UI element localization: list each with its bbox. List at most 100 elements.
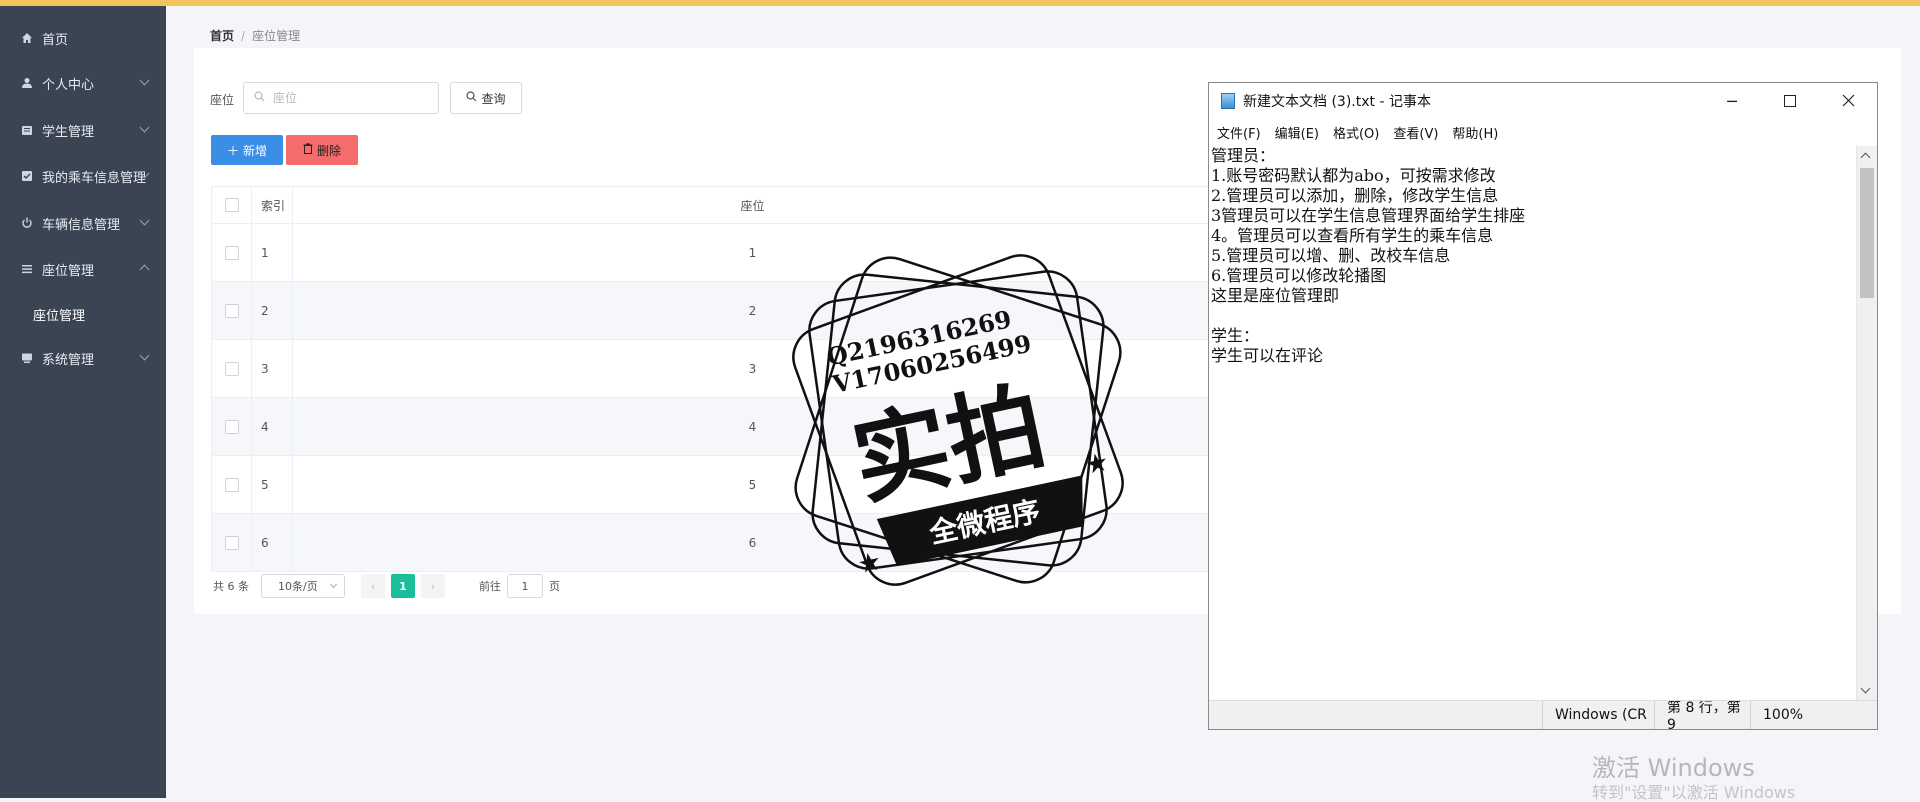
select-all-checkbox[interactable] bbox=[224, 198, 239, 212]
notepad-title: 新建文本文档 (3).txt - 记事本 bbox=[1243, 94, 1431, 110]
row-checkbox-cell[interactable] bbox=[212, 456, 252, 513]
page-number-current[interactable]: 1 bbox=[391, 574, 415, 598]
chevron-down-icon bbox=[139, 215, 150, 226]
row-checkbox-cell[interactable] bbox=[212, 340, 252, 397]
menu-file[interactable]: 文件(F) bbox=[1217, 123, 1261, 142]
breadcrumb-separator: / bbox=[241, 29, 246, 43]
sidebar-item-home[interactable]: 首页 bbox=[0, 23, 166, 53]
chevron-down-icon bbox=[329, 580, 338, 589]
row-index: 1 bbox=[252, 224, 293, 281]
row-checkbox-cell[interactable] bbox=[212, 398, 252, 455]
header-index: 索引 bbox=[252, 187, 293, 223]
breadcrumb-current: 座位管理 bbox=[252, 29, 301, 43]
top-accent-bar bbox=[0, 0, 1920, 6]
notepad-statusbar: Windows (CR 第 8 行，第 9 100% bbox=[1209, 700, 1877, 729]
activate-windows-subtext: 转到"设置"以激活 Windows bbox=[1592, 783, 1796, 802]
plus-icon: ＋ bbox=[226, 143, 239, 158]
row-checkbox[interactable] bbox=[224, 477, 239, 492]
notepad-text-area[interactable]: 管理员： 1.账号密码默认都为abo，可按需求修改 2.管理员可以添加，删除，修… bbox=[1211, 146, 1851, 684]
notepad-vertical-scrollbar[interactable] bbox=[1856, 146, 1877, 700]
close-button[interactable] bbox=[1821, 83, 1875, 119]
row-checkbox[interactable] bbox=[224, 419, 239, 434]
row-checkbox[interactable] bbox=[224, 361, 239, 376]
row-checkbox[interactable] bbox=[224, 245, 239, 260]
star-icon: ★ bbox=[855, 546, 884, 580]
sidebar-item-vehicles[interactable]: 车辆信息管理 bbox=[0, 208, 166, 238]
breadcrumb-home[interactable]: 首页 bbox=[210, 29, 234, 43]
sidebar-item-label: 系统管理 bbox=[42, 352, 95, 368]
row-checkbox[interactable] bbox=[224, 535, 239, 550]
notepad-window: 新建文本文档 (3).txt - 记事本 ─ 文件(F) 编辑(E) 格式(O)… bbox=[1208, 82, 1878, 730]
row-checkbox[interactable] bbox=[224, 303, 239, 318]
page-size-select[interactable]: 10条/页 bbox=[261, 574, 345, 598]
sidebar-item-my-rides[interactable]: 我的乘车信息管理 bbox=[0, 161, 166, 191]
sidebar-item-label: 首页 bbox=[42, 32, 69, 48]
trash-icon bbox=[303, 143, 313, 157]
add-button[interactable]: ＋ 新增 bbox=[211, 135, 283, 165]
scrollbar-thumb[interactable] bbox=[1860, 168, 1874, 298]
minimize-icon: ─ bbox=[1727, 91, 1737, 111]
seat-filter-label: 座位 bbox=[210, 93, 235, 107]
watermark-stamp: Q2196316269 V17060256499 实拍 全微程序 ★ ★ bbox=[792, 254, 1124, 586]
menu-edit[interactable]: 编辑(E) bbox=[1275, 123, 1319, 142]
sidebar-item-label: 个人中心 bbox=[42, 77, 95, 93]
student-icon bbox=[20, 123, 34, 137]
row-checkbox-cell[interactable] bbox=[212, 282, 252, 339]
activate-windows-watermark: 激活 Windows bbox=[1592, 754, 1755, 782]
seat-search-box[interactable] bbox=[243, 82, 439, 114]
query-button[interactable]: 查询 bbox=[450, 82, 522, 114]
star-icon: ★ bbox=[1082, 447, 1111, 481]
status-zoom: 100% bbox=[1750, 701, 1858, 729]
sidebar-item-label: 我的乘车信息管理 bbox=[42, 170, 147, 186]
sidebar-subitem-seat-management[interactable]: 座位管理 bbox=[0, 299, 166, 329]
row-index: 6 bbox=[252, 514, 293, 571]
minimize-button[interactable]: ─ bbox=[1705, 83, 1759, 119]
sidebar-item-seats[interactable]: 座位管理 bbox=[0, 254, 166, 284]
next-page-button[interactable]: › bbox=[421, 574, 445, 598]
menu-view[interactable]: 查看(V) bbox=[1393, 123, 1438, 142]
notepad-menubar: 文件(F) 编辑(E) 格式(O) 查看(V) 帮助(H) bbox=[1209, 119, 1504, 145]
maximize-icon bbox=[1784, 92, 1796, 111]
scroll-up-icon[interactable] bbox=[1860, 152, 1871, 163]
scroll-down-icon[interactable] bbox=[1860, 683, 1871, 694]
chevron-up-icon bbox=[139, 264, 150, 275]
search-icon bbox=[254, 91, 265, 105]
status-position: 第 8 行，第 9 bbox=[1654, 701, 1750, 729]
list-icon bbox=[20, 262, 34, 276]
pagination-total: 共 6 条 bbox=[213, 580, 249, 593]
pagination: 共 6 条 10条/页 ‹ 1 › 前往 1 页 bbox=[213, 574, 560, 598]
row-index: 4 bbox=[252, 398, 293, 455]
goto-page-input[interactable]: 1 bbox=[507, 574, 543, 598]
notepad-app-icon bbox=[1221, 93, 1235, 109]
ride-icon bbox=[20, 169, 34, 183]
sidebar-item-label: 座位管理 bbox=[42, 263, 95, 279]
system-icon bbox=[20, 351, 34, 365]
sidebar-subitem-label: 座位管理 bbox=[33, 308, 86, 324]
goto-suffix: 页 bbox=[549, 580, 560, 593]
sidebar-item-system[interactable]: 系统管理 bbox=[0, 343, 166, 373]
header-seat: 座位 bbox=[740, 198, 765, 213]
menu-format[interactable]: 格式(O) bbox=[1333, 123, 1379, 142]
sidebar-item-label: 学生管理 bbox=[42, 124, 95, 140]
seat-search-input[interactable] bbox=[271, 90, 435, 106]
row-checkbox-cell[interactable] bbox=[212, 224, 252, 281]
power-icon bbox=[20, 216, 34, 230]
user-icon bbox=[20, 76, 34, 90]
search-icon bbox=[466, 91, 477, 105]
select-all-cell[interactable] bbox=[212, 187, 252, 223]
chevron-down-icon bbox=[139, 75, 150, 86]
sidebar: 首页 个人中心 学生管理 我的乘车信息管理 车辆信息管理 座位管理 座位管理 系… bbox=[0, 6, 166, 798]
sidebar-item-profile[interactable]: 个人中心 bbox=[0, 68, 166, 98]
sidebar-item-students[interactable]: 学生管理 bbox=[0, 115, 166, 145]
prev-page-button[interactable]: ‹ bbox=[361, 574, 385, 598]
page-size-value: 10条/页 bbox=[278, 580, 318, 593]
breadcrumb: 首页 / 座位管理 bbox=[210, 27, 300, 44]
close-icon bbox=[1842, 92, 1855, 111]
add-button-label: 新增 bbox=[243, 143, 268, 158]
row-index: 2 bbox=[252, 282, 293, 339]
delete-button[interactable]: 删除 bbox=[286, 135, 358, 165]
row-checkbox-cell[interactable] bbox=[212, 514, 252, 571]
menu-help[interactable]: 帮助(H) bbox=[1452, 123, 1498, 142]
maximize-button[interactable] bbox=[1763, 83, 1817, 119]
chevron-right-icon: › bbox=[430, 579, 436, 593]
